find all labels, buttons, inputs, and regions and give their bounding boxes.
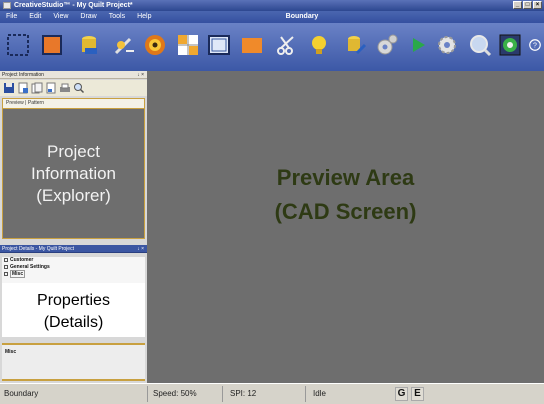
block-icon[interactable]: [40, 33, 64, 57]
play-icon[interactable]: [406, 33, 430, 57]
menu-edit[interactable]: Edit: [23, 11, 47, 23]
globe-icon[interactable]: [498, 33, 522, 57]
description-box: Misc: [2, 343, 145, 381]
project-mini-toolbar: [0, 80, 147, 96]
fill-icon[interactable]: [240, 33, 264, 57]
status-divider: [147, 386, 148, 402]
search-icon[interactable]: [73, 82, 85, 94]
spiral-icon[interactable]: [143, 33, 167, 57]
window-title: CreativeStudio™ - My Quilt Project*: [14, 2, 133, 9]
maximize-button[interactable]: □: [523, 1, 532, 9]
print-icon[interactable]: [59, 82, 71, 94]
menu-draw[interactable]: Draw: [74, 11, 102, 23]
menu-file[interactable]: File: [0, 11, 23, 23]
panel-controls[interactable]: ↓ ×: [137, 245, 144, 253]
lightbulb-icon[interactable]: [307, 33, 331, 57]
status-bar: Boundary Speed: 50% SPI: 12 Idle G E: [0, 383, 544, 404]
menu-bar: File Edit View Draw Tools Help Boundary: [0, 11, 544, 23]
status-spi: SPI: 12: [230, 389, 257, 398]
properties-label-line: Properties: [37, 292, 110, 309]
status-divider: [305, 386, 306, 402]
main-toolbar: ?: [0, 23, 544, 71]
misc-caption: Misc: [5, 349, 17, 355]
window-controls: _ □ ×: [513, 1, 542, 9]
boundary-icon[interactable]: [6, 33, 30, 57]
status-divider: [222, 386, 223, 402]
app-icon: [3, 2, 11, 9]
title-bar: CreativeStudio™ - My Quilt Project* _ □ …: [0, 0, 544, 11]
svg-text:?: ?: [533, 42, 537, 49]
grid-icon[interactable]: [176, 33, 200, 57]
project-details-header: Project Details - My Quilt Project ↓ ×: [0, 245, 147, 253]
paint-icon[interactable]: [343, 33, 367, 57]
copy-page-icon[interactable]: [31, 82, 43, 94]
properties-area: Properties (Details): [2, 283, 145, 337]
menu-view[interactable]: View: [47, 11, 74, 23]
save-icon[interactable]: [3, 82, 15, 94]
prop-row-customer[interactable]: Customer: [2, 257, 145, 264]
menu-tools[interactable]: Tools: [103, 11, 131, 23]
property-tree: Customer General Settings Misc: [2, 257, 145, 285]
project-info-header: Project Information ↓ ×: [0, 71, 147, 79]
project-explorer-area: Project Information (Explorer): [2, 108, 145, 239]
status-mode: Boundary: [4, 389, 39, 398]
prop-row-misc[interactable]: Misc: [2, 270, 145, 278]
doc-icon[interactable]: [45, 82, 57, 94]
preview-label-line: (CAD Screen): [274, 199, 417, 224]
preview-cad-area[interactable]: Preview Area (CAD Screen): [147, 71, 544, 383]
g-button[interactable]: G: [395, 387, 408, 401]
e-button[interactable]: E: [411, 387, 424, 401]
sew-icon[interactable]: [112, 33, 136, 57]
preview-label: Preview Area (CAD Screen): [147, 161, 544, 229]
menu-help[interactable]: Help: [131, 11, 157, 23]
preview-pattern-tabs[interactable]: Preview | Pattern: [2, 98, 145, 108]
explorer-label-line: (Explorer): [36, 186, 111, 205]
explorer-label-line: Information: [30, 164, 117, 183]
gears-icon[interactable]: [375, 33, 399, 57]
panel-controls[interactable]: ↓ ×: [137, 71, 144, 79]
status-speed: Speed: 50%: [153, 389, 197, 398]
layout-icon[interactable]: [207, 33, 231, 57]
close-button[interactable]: ×: [533, 1, 542, 9]
new-page-icon[interactable]: [17, 82, 29, 94]
zoom-icon[interactable]: [468, 33, 492, 57]
properties-label-line: (Details): [43, 314, 104, 331]
left-panel: Project Information ↓ × Preview | Patter…: [0, 71, 147, 383]
bucket-icon[interactable]: [77, 33, 101, 57]
explorer-label-line: Project: [47, 142, 100, 161]
settings-icon[interactable]: [435, 33, 459, 57]
scissors-icon[interactable]: [275, 33, 299, 57]
status-state: Idle: [313, 389, 326, 398]
minimize-button[interactable]: _: [513, 1, 522, 9]
preview-label-line: Preview Area: [276, 165, 415, 190]
help-icon[interactable]: ?: [528, 33, 542, 57]
